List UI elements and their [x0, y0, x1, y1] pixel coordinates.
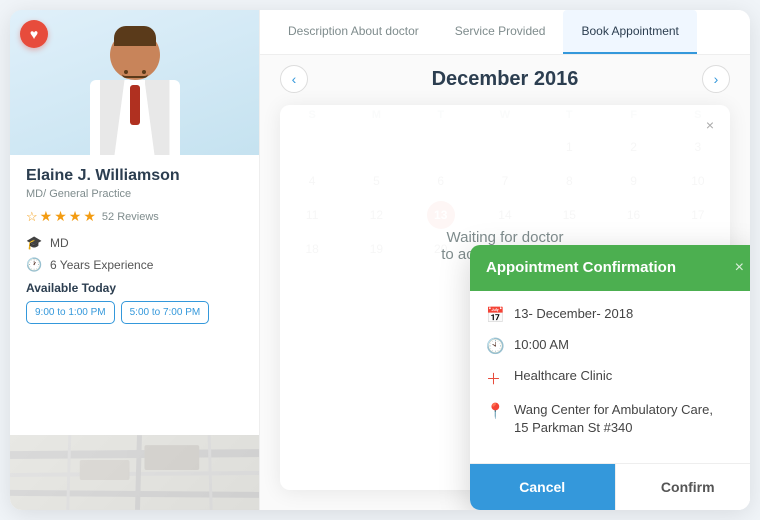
tab-book-appointment[interactable]: Book Appointment — [563, 10, 696, 54]
tab-description[interactable]: Description About doctor — [270, 10, 437, 54]
modal-body: 📅 13- December- 2018 🕙 10:00 AM ＋ Health… — [470, 291, 750, 463]
confirmation-modal: Appointment Confirmation × 📅 13- Decembe… — [470, 245, 750, 510]
next-month-button[interactable]: › — [702, 65, 730, 93]
doctor-specialty: MD/ General Practice — [26, 188, 243, 200]
star-2: ★ — [40, 208, 53, 225]
left-panel: ♥ Elaine J. Williamson MD/ General Pract… — [10, 10, 260, 510]
month-title: December 2016 — [432, 68, 579, 91]
heart-icon: ♥ — [30, 26, 38, 42]
modal-address: Wang Center for Ambulatory Care,15 Parkm… — [514, 401, 713, 437]
tabs-header: Description About doctor Service Provide… — [260, 10, 750, 55]
modal-date: 13- December- 2018 — [514, 305, 633, 323]
md-label: MD — [50, 236, 69, 250]
time-slot-evening[interactable]: 5:00 to 7:00 PM — [121, 301, 210, 324]
experience-row: 🕐 6 Years Experience — [26, 257, 243, 273]
close-waiting-button[interactable]: × — [700, 115, 720, 135]
tab-service[interactable]: Service Provided — [437, 10, 564, 54]
modal-date-row: 📅 13- December- 2018 — [486, 305, 744, 324]
available-label: Available Today — [26, 281, 243, 295]
doctor-photo: ♥ — [10, 10, 259, 155]
heart-badge[interactable]: ♥ — [20, 20, 48, 48]
next-icon: › — [714, 71, 719, 87]
modal-actions: Cancel Confirm — [470, 463, 750, 510]
star-5: ★ — [83, 208, 96, 225]
modal-address-row: 📍 Wang Center for Ambulatory Care,15 Par… — [486, 401, 744, 437]
calendar-icon: 📅 — [486, 306, 504, 324]
star-4: ★ — [69, 208, 82, 225]
time-slots: 9:00 to 1:00 PM 5:00 to 7:00 PM — [26, 301, 243, 324]
doctor-name: Elaine J. Williamson — [26, 167, 243, 185]
star-3: ★ — [54, 208, 67, 225]
confirm-button[interactable]: Confirm — [615, 464, 751, 510]
doctor-info: Elaine J. Williamson MD/ General Practic… — [10, 155, 259, 435]
modal-title: Appointment Confirmation — [486, 259, 676, 276]
time-slot-morning[interactable]: 9:00 to 1:00 PM — [26, 301, 115, 324]
stars-row: ☆ ★ ★ ★ ★ 52 Reviews — [26, 208, 243, 225]
modal-clinic: Healthcare Clinic — [514, 367, 612, 385]
star-1: ☆ — [26, 209, 38, 225]
available-section: Available Today 9:00 to 1:00 PM 5:00 to … — [26, 281, 243, 324]
main-container: ♥ Elaine J. Williamson MD/ General Pract… — [10, 10, 750, 510]
modal-header: Appointment Confirmation × — [470, 245, 750, 291]
cancel-button[interactable]: Cancel — [470, 464, 615, 510]
modal-time-row: 🕙 10:00 AM — [486, 336, 744, 355]
prev-month-button[interactable]: ‹ — [280, 65, 308, 93]
experience-label: 6 Years Experience — [50, 258, 153, 272]
md-row: 🎓 MD — [26, 235, 243, 251]
reviews-count: 52 Reviews — [102, 211, 159, 223]
modal-time: 10:00 AM — [514, 336, 569, 354]
experience-icon: 🕐 — [26, 257, 42, 273]
plus-icon: ＋ — [486, 368, 504, 389]
map-area — [10, 435, 259, 510]
graduation-icon: 🎓 — [26, 235, 42, 251]
calendar-nav: ‹ December 2016 › — [280, 65, 730, 93]
clock-icon: 🕙 — [486, 337, 504, 355]
prev-icon: ‹ — [292, 71, 297, 87]
modal-close-button[interactable]: × — [735, 259, 744, 277]
location-icon: 📍 — [486, 402, 504, 420]
modal-clinic-row: ＋ Healthcare Clinic — [486, 367, 744, 389]
